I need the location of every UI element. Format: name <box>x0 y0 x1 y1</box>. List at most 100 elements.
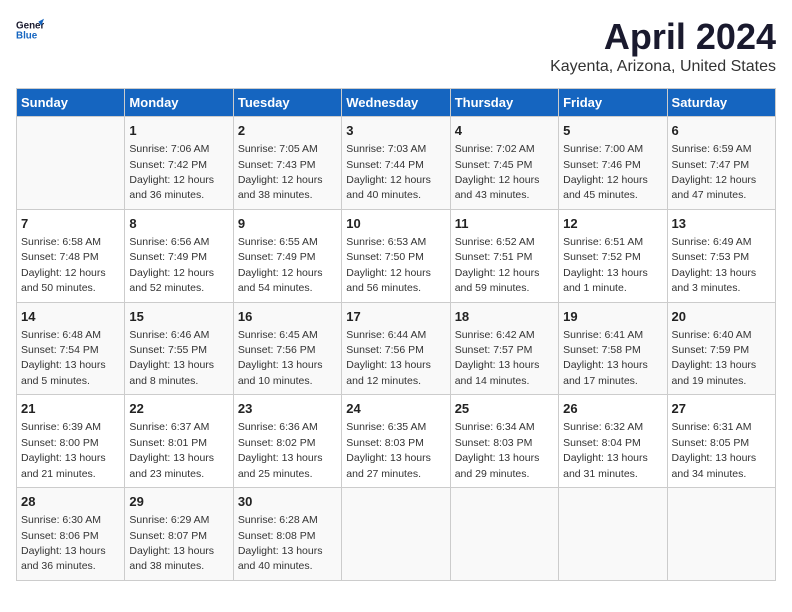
day-number: 30 <box>238 493 337 511</box>
day-info: Sunrise: 6:56 AM Sunset: 7:49 PM Dayligh… <box>129 236 214 294</box>
day-info: Sunrise: 6:51 AM Sunset: 7:52 PM Dayligh… <box>563 236 648 294</box>
calendar-cell <box>667 488 775 581</box>
day-info: Sunrise: 6:49 AM Sunset: 7:53 PM Dayligh… <box>672 236 757 294</box>
day-info: Sunrise: 6:48 AM Sunset: 7:54 PM Dayligh… <box>21 329 106 387</box>
col-header-sunday: Sunday <box>17 89 125 117</box>
day-info: Sunrise: 7:00 AM Sunset: 7:46 PM Dayligh… <box>563 143 648 201</box>
day-number: 3 <box>346 122 445 140</box>
day-number: 6 <box>672 122 771 140</box>
day-number: 25 <box>455 400 554 418</box>
day-number: 2 <box>238 122 337 140</box>
day-info: Sunrise: 6:28 AM Sunset: 8:08 PM Dayligh… <box>238 514 323 572</box>
day-number: 16 <box>238 308 337 326</box>
day-info: Sunrise: 6:53 AM Sunset: 7:50 PM Dayligh… <box>346 236 431 294</box>
svg-text:Blue: Blue <box>16 30 38 41</box>
calendar-cell: 23 Sunrise: 6:36 AM Sunset: 8:02 PM Dayli… <box>233 395 341 488</box>
day-number: 11 <box>455 215 554 233</box>
day-info: Sunrise: 6:35 AM Sunset: 8:03 PM Dayligh… <box>346 421 431 479</box>
day-info: Sunrise: 7:06 AM Sunset: 7:42 PM Dayligh… <box>129 143 214 201</box>
calendar-cell: 7Sunrise: 6:58 AM Sunset: 7:48 PM Daylig… <box>17 209 125 302</box>
day-info: Sunrise: 7:03 AM Sunset: 7:44 PM Dayligh… <box>346 143 431 201</box>
week-row-3: 14 Sunrise: 6:48 AM Sunset: 7:54 PM Dayli… <box>17 302 776 395</box>
day-info: Sunrise: 6:44 AM Sunset: 7:56 PM Dayligh… <box>346 329 431 387</box>
day-info: Sunrise: 6:29 AM Sunset: 8:07 PM Dayligh… <box>129 514 214 572</box>
calendar-cell: 26 Sunrise: 6:32 AM Sunset: 8:04 PM Dayli… <box>559 395 667 488</box>
main-title: April 2024 <box>550 16 776 58</box>
day-number: 15 <box>129 308 228 326</box>
day-info: Sunrise: 6:46 AM Sunset: 7:55 PM Dayligh… <box>129 329 214 387</box>
day-number: 17 <box>346 308 445 326</box>
day-number: 20 <box>672 308 771 326</box>
calendar-cell: 8 Sunrise: 6:56 AM Sunset: 7:49 PM Daylig… <box>125 209 233 302</box>
calendar-cell <box>559 488 667 581</box>
week-row-4: 21Sunrise: 6:39 AM Sunset: 8:00 PM Dayli… <box>17 395 776 488</box>
week-row-5: 28 Sunrise: 6:30 AM Sunset: 8:06 PM Dayli… <box>17 488 776 581</box>
day-number: 23 <box>238 400 337 418</box>
calendar-cell: 5 Sunrise: 7:00 AM Sunset: 7:46 PM Daylig… <box>559 117 667 210</box>
day-number: 12 <box>563 215 662 233</box>
col-header-monday: Monday <box>125 89 233 117</box>
calendar-cell: 1 Sunrise: 7:06 AM Sunset: 7:42 PM Daylig… <box>125 117 233 210</box>
calendar-cell: 25Sunrise: 6:34 AM Sunset: 8:03 PM Dayli… <box>450 395 558 488</box>
day-info: Sunrise: 6:58 AM Sunset: 7:48 PM Dayligh… <box>21 236 106 294</box>
day-number: 27 <box>672 400 771 418</box>
day-number: 5 <box>563 122 662 140</box>
day-number: 19 <box>563 308 662 326</box>
calendar-cell: 12 Sunrise: 6:51 AM Sunset: 7:52 PM Dayli… <box>559 209 667 302</box>
calendar-cell: 4Sunrise: 7:02 AM Sunset: 7:45 PM Daylig… <box>450 117 558 210</box>
header-row: SundayMondayTuesdayWednesdayThursdayFrid… <box>17 89 776 117</box>
day-number: 10 <box>346 215 445 233</box>
day-info: Sunrise: 6:39 AM Sunset: 8:00 PM Dayligh… <box>21 421 106 479</box>
day-info: Sunrise: 6:32 AM Sunset: 8:04 PM Dayligh… <box>563 421 648 479</box>
calendar-cell: 9Sunrise: 6:55 AM Sunset: 7:49 PM Daylig… <box>233 209 341 302</box>
day-number: 14 <box>21 308 120 326</box>
day-number: 26 <box>563 400 662 418</box>
day-info: Sunrise: 6:41 AM Sunset: 7:58 PM Dayligh… <box>563 329 648 387</box>
logo: General Blue <box>16 16 44 44</box>
calendar-cell: 10 Sunrise: 6:53 AM Sunset: 7:50 PM Dayli… <box>342 209 450 302</box>
day-info: Sunrise: 6:40 AM Sunset: 7:59 PM Dayligh… <box>672 329 757 387</box>
col-header-thursday: Thursday <box>450 89 558 117</box>
day-info: Sunrise: 7:02 AM Sunset: 7:45 PM Dayligh… <box>455 143 540 201</box>
week-row-2: 7Sunrise: 6:58 AM Sunset: 7:48 PM Daylig… <box>17 209 776 302</box>
calendar-cell: 13 Sunrise: 6:49 AM Sunset: 7:53 PM Dayli… <box>667 209 775 302</box>
day-info: Sunrise: 6:52 AM Sunset: 7:51 PM Dayligh… <box>455 236 540 294</box>
calendar-cell <box>17 117 125 210</box>
subtitle: Kayenta, Arizona, United States <box>550 58 776 76</box>
day-number: 29 <box>129 493 228 511</box>
day-info: Sunrise: 6:59 AM Sunset: 7:47 PM Dayligh… <box>672 143 757 201</box>
calendar-cell: 19 Sunrise: 6:41 AM Sunset: 7:58 PM Dayli… <box>559 302 667 395</box>
calendar-cell <box>342 488 450 581</box>
calendar-cell: 20 Sunrise: 6:40 AM Sunset: 7:59 PM Dayli… <box>667 302 775 395</box>
col-header-saturday: Saturday <box>667 89 775 117</box>
col-header-friday: Friday <box>559 89 667 117</box>
day-number: 18 <box>455 308 554 326</box>
calendar-cell: 15 Sunrise: 6:46 AM Sunset: 7:55 PM Dayli… <box>125 302 233 395</box>
calendar-cell: 6 Sunrise: 6:59 AM Sunset: 7:47 PM Daylig… <box>667 117 775 210</box>
day-info: Sunrise: 6:37 AM Sunset: 8:01 PM Dayligh… <box>129 421 214 479</box>
calendar-cell: 2Sunrise: 7:05 AM Sunset: 7:43 PM Daylig… <box>233 117 341 210</box>
header: General Blue April 2024 Kayenta, Arizona… <box>16 16 776 76</box>
day-number: 8 <box>129 215 228 233</box>
calendar-cell: 14 Sunrise: 6:48 AM Sunset: 7:54 PM Dayli… <box>17 302 125 395</box>
calendar-cell: 16Sunrise: 6:45 AM Sunset: 7:56 PM Dayli… <box>233 302 341 395</box>
day-info: Sunrise: 6:36 AM Sunset: 8:02 PM Dayligh… <box>238 421 323 479</box>
col-header-tuesday: Tuesday <box>233 89 341 117</box>
calendar-cell <box>450 488 558 581</box>
calendar-cell: 11 Sunrise: 6:52 AM Sunset: 7:51 PM Dayli… <box>450 209 558 302</box>
day-number: 22 <box>129 400 228 418</box>
day-number: 9 <box>238 215 337 233</box>
logo-icon: General Blue <box>16 16 44 44</box>
title-section: April 2024 Kayenta, Arizona, United Stat… <box>550 16 776 76</box>
calendar-cell: 28 Sunrise: 6:30 AM Sunset: 8:06 PM Dayli… <box>17 488 125 581</box>
calendar-cell: 3 Sunrise: 7:03 AM Sunset: 7:44 PM Daylig… <box>342 117 450 210</box>
day-info: Sunrise: 6:42 AM Sunset: 7:57 PM Dayligh… <box>455 329 540 387</box>
calendar-cell: 17 Sunrise: 6:44 AM Sunset: 7:56 PM Dayli… <box>342 302 450 395</box>
calendar-cell: 29 Sunrise: 6:29 AM Sunset: 8:07 PM Dayli… <box>125 488 233 581</box>
day-number: 13 <box>672 215 771 233</box>
week-row-1: 1 Sunrise: 7:06 AM Sunset: 7:42 PM Daylig… <box>17 117 776 210</box>
day-number: 28 <box>21 493 120 511</box>
day-info: Sunrise: 6:30 AM Sunset: 8:06 PM Dayligh… <box>21 514 106 572</box>
col-header-wednesday: Wednesday <box>342 89 450 117</box>
day-number: 1 <box>129 122 228 140</box>
